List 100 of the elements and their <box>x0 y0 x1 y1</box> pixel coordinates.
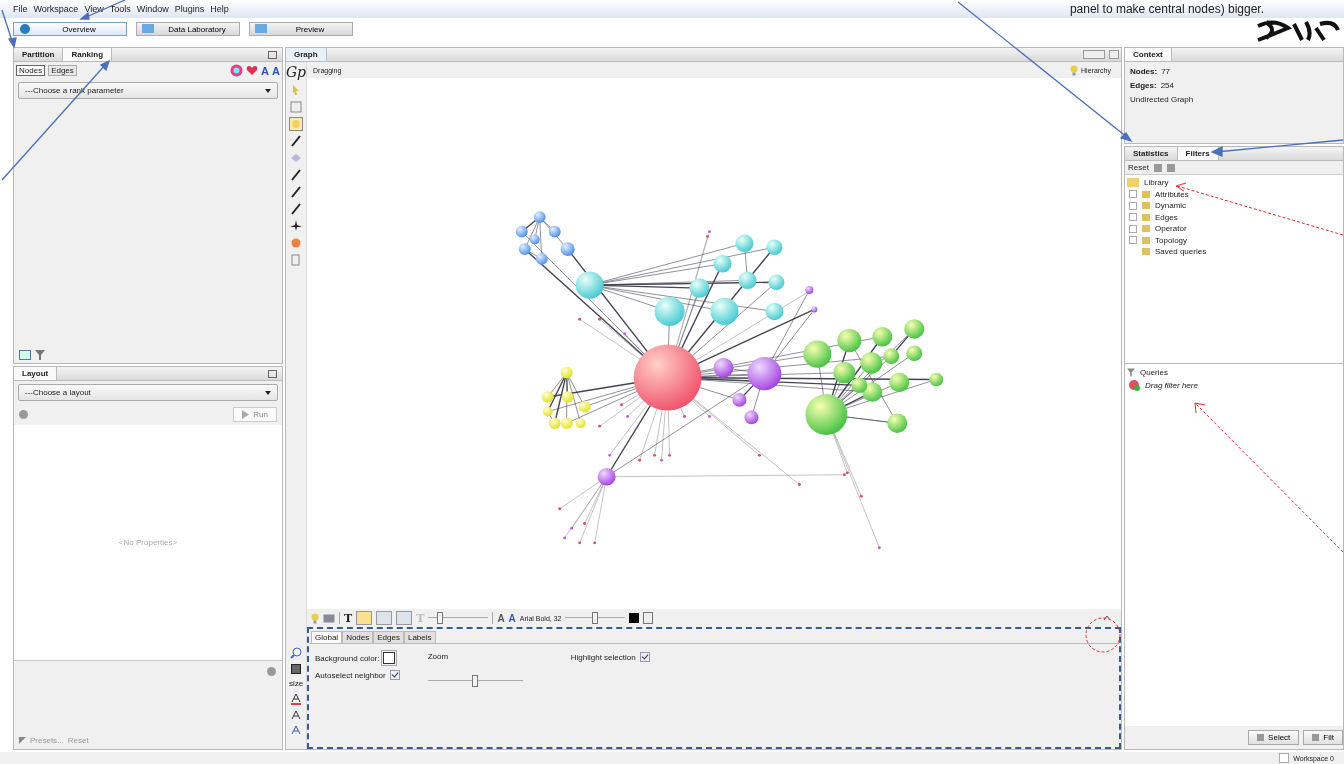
menu-item[interactable]: Tools <box>109 4 131 14</box>
graph-node[interactable] <box>541 391 554 403</box>
graph-node[interactable] <box>654 296 685 326</box>
table-icon[interactable] <box>19 350 31 360</box>
edge-color-button[interactable] <box>396 611 413 625</box>
perspective-button[interactable]: Preview <box>249 22 353 36</box>
graph-node[interactable] <box>906 345 923 361</box>
tree-item[interactable]: Operator <box>1155 224 1187 233</box>
panel-tab[interactable]: Filters <box>1177 147 1219 160</box>
font-color-icon[interactable] <box>291 693 301 705</box>
filter-action-button[interactable]: Select <box>1248 730 1300 745</box>
perspective-button[interactable]: Data Laboratory <box>136 22 240 36</box>
settings-tab[interactable]: Labels <box>403 631 436 643</box>
graph-node[interactable] <box>860 352 883 374</box>
reset-button[interactable]: Reset <box>1128 163 1149 172</box>
menu-item[interactable]: Help <box>210 4 229 14</box>
settings-tab[interactable]: Nodes <box>342 631 374 643</box>
graph-node[interactable] <box>515 225 528 238</box>
panel-tab[interactable]: Graph <box>286 48 327 61</box>
graph-node[interactable] <box>735 234 754 253</box>
edge-scale-slider[interactable] <box>428 612 489 624</box>
graph-node[interactable] <box>633 344 702 411</box>
menu-item[interactable]: Plugins <box>174 4 205 14</box>
graph-node[interactable] <box>883 348 900 364</box>
sub-tab[interactable]: Edges <box>48 65 77 76</box>
graph-node[interactable] <box>803 340 832 368</box>
graph-node[interactable] <box>766 239 783 255</box>
layout-dropdown[interactable]: ---Choose a layout <box>18 384 278 401</box>
graph-node[interactable] <box>710 297 739 325</box>
graph-node[interactable] <box>529 234 540 245</box>
menu-item[interactable]: Workspace <box>33 4 79 14</box>
font-color-icon[interactable]: A <box>508 612 516 624</box>
graph-node[interactable] <box>689 278 710 298</box>
pointer-icon[interactable] <box>290 84 302 96</box>
graph-node[interactable] <box>575 418 586 429</box>
graph-node[interactable] <box>732 393 747 407</box>
background-color-button[interactable] <box>383 652 396 664</box>
font-icon[interactable]: A <box>261 64 270 77</box>
filter-action-button[interactable]: Filt <box>1303 730 1343 745</box>
graph-node[interactable] <box>837 328 862 353</box>
checkbox[interactable] <box>1279 753 1290 763</box>
heart-icon[interactable] <box>246 65 259 76</box>
graph-node[interactable] <box>548 225 561 238</box>
graph-node[interactable] <box>575 271 604 299</box>
graph-node[interactable] <box>862 382 883 402</box>
graph-node[interactable] <box>805 394 848 435</box>
graph-node[interactable] <box>518 243 531 255</box>
panel-tab[interactable]: Statistics <box>1125 147 1178 160</box>
graph-node[interactable] <box>713 255 732 273</box>
tree-item[interactable]: Edges <box>1155 212 1178 222</box>
text-icon[interactable]: T <box>344 611 353 625</box>
graph-node[interactable] <box>560 417 573 430</box>
pencil-icon[interactable] <box>290 135 302 147</box>
label-toggle-button[interactable] <box>356 611 373 625</box>
graph-node[interactable] <box>542 406 553 417</box>
graph-node[interactable] <box>765 302 784 321</box>
graph-node[interactable] <box>744 410 759 425</box>
panel-tab[interactable]: Context <box>1125 48 1172 61</box>
tree-item[interactable]: Library <box>1144 178 1169 187</box>
checkbox[interactable] <box>639 652 650 662</box>
color-swatch[interactable] <box>629 613 640 623</box>
edge-toggle-button[interactable] <box>376 611 393 625</box>
tree-item[interactable]: Dynamic <box>1155 201 1187 210</box>
menu-item[interactable]: View <box>84 4 104 14</box>
graph-node[interactable] <box>548 417 561 430</box>
font-icon[interactable]: A <box>272 64 280 77</box>
scroll-tabs-button[interactable] <box>1083 50 1105 59</box>
graph-node[interactable] <box>851 377 868 394</box>
graph-node[interactable] <box>533 211 546 223</box>
graph-node[interactable] <box>738 271 757 290</box>
rectangle-select-icon[interactable] <box>290 101 302 113</box>
tree-item[interactable]: Topology <box>1155 235 1188 245</box>
font-size-slider[interactable] <box>565 612 626 624</box>
panel-tab[interactable]: Layout <box>14 367 58 380</box>
graph-node[interactable] <box>561 391 574 403</box>
screenshot-icon[interactable] <box>323 613 335 623</box>
airplane-icon[interactable] <box>290 220 302 232</box>
graph-node[interactable] <box>889 372 910 393</box>
graph-node[interactable] <box>887 413 908 433</box>
dropdown-button[interactable] <box>1109 50 1119 59</box>
graph-node[interactable] <box>768 274 785 290</box>
menu-item[interactable]: File <box>13 4 28 14</box>
minimize-button[interactable] <box>268 51 277 59</box>
run-button[interactable]: Run <box>233 407 277 422</box>
expand-icon[interactable] <box>1103 614 1111 622</box>
sub-tab[interactable]: Nodes <box>16 65 46 76</box>
graph-node[interactable] <box>597 468 616 486</box>
graph-node[interactable] <box>805 286 814 294</box>
menu-item[interactable]: Window <box>136 4 169 14</box>
lightbulb-icon[interactable] <box>311 612 319 624</box>
graph-node[interactable] <box>535 253 548 265</box>
settings-tab[interactable]: Global <box>311 631 343 643</box>
panel-tab[interactable]: Ranking <box>63 48 112 61</box>
minimize-button[interactable] <box>268 370 277 378</box>
graph-node[interactable] <box>811 306 818 313</box>
font-icon[interactable] <box>291 725 301 735</box>
graph-node[interactable] <box>904 319 925 339</box>
tree-item[interactable]: Saved queries <box>1155 247 1207 256</box>
size-tool[interactable]: size <box>288 679 304 688</box>
filter-icon[interactable] <box>35 350 45 360</box>
